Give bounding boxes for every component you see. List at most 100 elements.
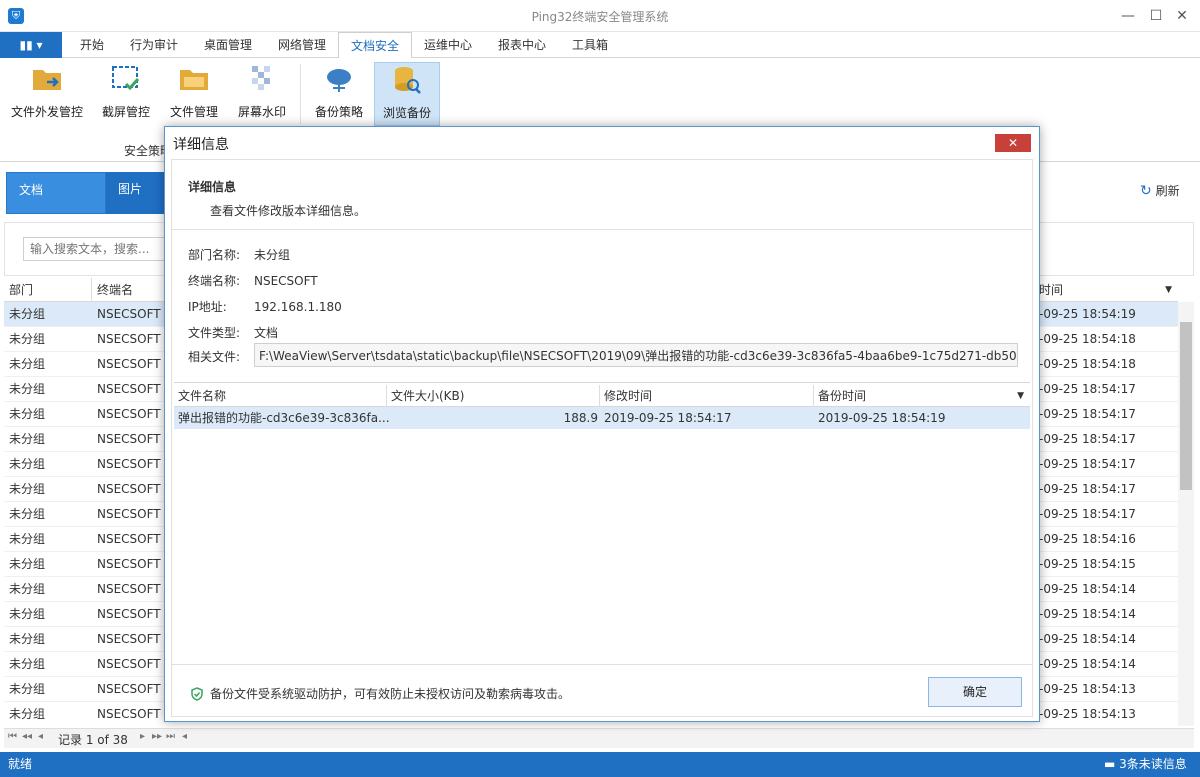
field-label: 部门名称: (188, 248, 241, 262)
folder-arrow-icon (33, 70, 61, 90)
column-header-terminal[interactable]: 终端名 (92, 278, 168, 302)
status-bar: 就绪 ▬ 3条未读信息 (0, 752, 1200, 777)
cell-terminal: NSECSOFT (97, 382, 161, 396)
dialog-body: 详细信息 查看文件修改版本详细信息。 部门名称: 未分组 终端名称: NSECSOF… (171, 159, 1033, 717)
field-value: 未分组 (254, 248, 291, 262)
next-page-icon[interactable]: ▸ (140, 731, 145, 742)
version-table-header: 文件名称 文件大小(KB) 修改时间 备份时间 ▼ (174, 385, 1030, 407)
dialog-close-button[interactable]: ✕ (995, 134, 1031, 152)
tab-behavior-audit[interactable]: 行为审计 (118, 32, 190, 58)
cell-time: -09-25 18:54:17 (1039, 407, 1136, 421)
next-fast-icon[interactable]: ▸▸ (152, 731, 162, 742)
tab-document-security[interactable]: 文档安全 (338, 32, 413, 59)
database-search-icon (395, 67, 421, 94)
column-header-file-name[interactable]: 文件名称 (174, 385, 387, 407)
prev-fast-icon[interactable]: ◂◂ (22, 731, 32, 742)
cell-time: -09-25 18:54:18 (1039, 332, 1136, 346)
ribbon-label: 文件管理 (169, 105, 218, 119)
cell-terminal: NSECSOFT (97, 707, 161, 721)
cell-terminal: NSECSOFT (97, 307, 161, 321)
cell-file-name: 弹出报错的功能-cd3c6e39-3c836fa... (178, 411, 390, 425)
field-label: 终端名称: (188, 274, 241, 288)
window-title: Ping32终端安全管理系统 (531, 10, 669, 24)
ok-button[interactable]: 确定 (928, 677, 1022, 707)
cell-time: -09-25 18:54:18 (1039, 357, 1136, 371)
file-management-button[interactable]: 文件管理 (162, 62, 226, 126)
prev-page-icon[interactable]: ◂ (38, 731, 43, 742)
column-header-backup-time-label: 备份时间 (818, 389, 867, 403)
related-file-path[interactable]: F:\WeaView\Server\tsdata\static\backup\f… (254, 343, 1018, 367)
screen-watermark-button[interactable]: 屏幕水印 (230, 62, 294, 126)
field-value: 192.168.1.180 (254, 300, 342, 314)
cell-terminal: NSECSOFT (97, 432, 161, 446)
dialog-header-description: 查看文件修改版本详细信息。 (210, 204, 367, 218)
cell-backup-time: 2019-09-25 18:54:19 (818, 411, 946, 425)
scrollbar-thumb[interactable] (1180, 322, 1192, 490)
dialog-footer: 备份文件受系统驱动防护，可有效防止未授权访问及勒索病毒攻击。 确定 (172, 664, 1032, 716)
cell-dept: 未分组 (9, 632, 46, 646)
field-ip-address: IP地址: 192.168.1.180 (188, 298, 342, 315)
cell-dept: 未分组 (9, 682, 46, 696)
version-table-row[interactable]: 弹出报错的功能-cd3c6e39-3c836fa... 188.9 2019-0… (174, 407, 1030, 429)
ribbon-label: 屏幕水印 (237, 105, 286, 119)
cell-terminal: NSECSOFT (97, 682, 161, 696)
app-menu-button[interactable]: ▮▮ ▾ (0, 32, 62, 58)
chevron-down-icon[interactable]: ▼ (1165, 278, 1172, 302)
cell-terminal: NSECSOFT (97, 582, 161, 596)
column-header-modified-time[interactable]: 修改时间 (600, 385, 814, 407)
cell-time: -09-25 18:54:19 (1039, 307, 1136, 321)
version-table: 文件名称 文件大小(KB) 修改时间 备份时间 ▼ 弹出报错的功能-cd3c6e3… (174, 382, 1030, 672)
refresh-button[interactable]: ↻ 刷新 (1140, 182, 1180, 199)
folder-icon (180, 70, 208, 90)
dialog-header-title: 详细信息 (188, 180, 237, 194)
tab-report-center[interactable]: 报表中心 (486, 32, 558, 58)
messages-indicator[interactable]: ▬ 3条未读信息 (1104, 752, 1187, 777)
ribbon-label: 文件外发管控 (10, 105, 83, 119)
last-page-icon[interactable]: ⏭ (166, 731, 175, 742)
field-terminal-name: 终端名称: NSECSOFT (188, 272, 318, 289)
tab-network-management[interactable]: 网络管理 (266, 32, 338, 58)
cell-terminal: NSECSOFT (97, 607, 161, 621)
cell-dept: 未分组 (9, 557, 46, 571)
column-header-backup-time[interactable]: 备份时间 ▼ (814, 385, 1030, 407)
backup-policy-button[interactable]: 备份策略 (306, 62, 372, 126)
cell-dept: 未分组 (9, 332, 46, 346)
browse-backup-button[interactable]: 浏览备份 (374, 62, 440, 126)
ribbon-label: 备份策略 (314, 105, 363, 119)
tab-start[interactable]: 开始 (68, 32, 116, 58)
cell-dept: 未分组 (9, 582, 46, 596)
minimize-icon[interactable]: — (1116, 6, 1140, 26)
tab-ops-center[interactable]: 运维中心 (412, 32, 484, 58)
title-bar: ⛨ Ping32终端安全管理系统 — ☐ ✕ (0, 0, 1200, 32)
cell-terminal: NSECSOFT (97, 557, 161, 571)
column-header-dept[interactable]: 部门 (4, 278, 92, 302)
column-header-time[interactable]: 时间 ▼ (1034, 278, 1178, 302)
scroll-left-icon[interactable]: ◂ (182, 731, 187, 742)
column-header-file-size[interactable]: 文件大小(KB) (387, 385, 600, 407)
search-input[interactable] (23, 237, 173, 261)
field-department: 部门名称: 未分组 (188, 246, 290, 263)
maximize-icon[interactable]: ☐ (1144, 6, 1168, 26)
category-tile-image[interactable]: 图片 (106, 172, 166, 214)
cell-dept: 未分组 (9, 707, 46, 721)
category-tile-document[interactable]: 文档 (6, 172, 106, 214)
dialog-title-bar[interactable]: 详细信息 ✕ (165, 127, 1039, 159)
cell-terminal: NSECSOFT (97, 407, 161, 421)
first-page-icon[interactable]: ⏮ (8, 731, 17, 742)
chevron-down-icon[interactable]: ▼ (1017, 385, 1024, 407)
unread-messages-text: 3条未读信息 (1119, 757, 1187, 771)
file-outbound-control-button[interactable]: 文件外发管控 (4, 62, 90, 126)
tab-desktop-management[interactable]: 桌面管理 (192, 32, 264, 58)
screenshot-control-button[interactable]: 截屏管控 (94, 62, 158, 126)
cell-time: -09-25 18:54:17 (1039, 507, 1136, 521)
cell-file-size: 188.9 (563, 411, 598, 425)
tab-toolbox[interactable]: 工具箱 (560, 32, 620, 58)
footer-note: 备份文件受系统驱动防护，可有效防止未授权访问及勒索病毒攻击。 (210, 687, 571, 701)
cell-dept: 未分组 (9, 407, 46, 421)
cell-terminal: NSECSOFT (97, 482, 161, 496)
cell-time: -09-25 18:54:17 (1039, 482, 1136, 496)
menu-bar: ▮▮ ▾ 开始 行为审计 桌面管理 网络管理 文档安全 运维中心 报表中心 工具… (0, 32, 1200, 59)
close-icon[interactable]: ✕ (1170, 6, 1194, 26)
cell-dept: 未分组 (9, 532, 46, 546)
cell-time: -09-25 18:54:14 (1039, 657, 1136, 671)
